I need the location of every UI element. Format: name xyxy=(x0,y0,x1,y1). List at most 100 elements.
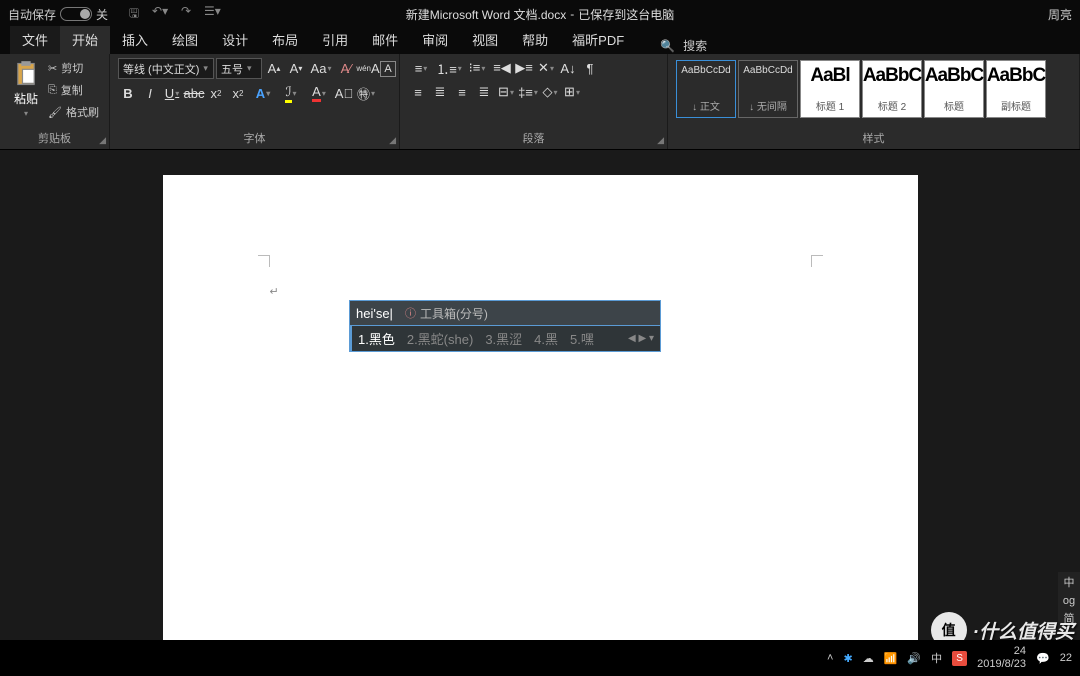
copy-button[interactable]: ⎘复制 xyxy=(48,80,99,100)
ribbon: 粘贴▾ ✂剪切 ⎘复制 🖌格式刷 剪贴板 ◢ 等线 (中文正文)▾ 五号▾ A▴… xyxy=(0,54,1080,150)
tab-review[interactable]: 审阅 xyxy=(410,26,460,54)
align-left-button[interactable]: ≡ xyxy=(408,82,428,102)
ime-toolbox-hint[interactable]: 工具箱(分号) xyxy=(405,305,488,322)
font-size-select[interactable]: 五号▾ xyxy=(216,58,262,79)
brush-icon: 🖌 xyxy=(48,106,62,119)
autosave-toggle[interactable]: 自动保存 关 xyxy=(8,6,108,23)
tab-help[interactable]: 帮助 xyxy=(510,26,560,54)
tab-home[interactable]: 开始 xyxy=(60,26,110,54)
shrink-font-button[interactable]: A▾ xyxy=(286,59,306,79)
paste-button[interactable]: 粘贴▾ xyxy=(8,58,44,120)
font-color-button[interactable]: A xyxy=(306,83,332,103)
ime-candidate[interactable]: 3.黑涩 xyxy=(485,329,522,348)
style-name: 标题 xyxy=(944,98,964,113)
align-right-button[interactable]: ≡ xyxy=(452,82,472,102)
save-icon[interactable]: 🖫 xyxy=(126,4,142,25)
clipboard-launcher-icon[interactable]: ◢ xyxy=(99,135,106,146)
ime-candidate[interactable]: 4.黑 xyxy=(534,329,558,348)
strike-button[interactable]: abc xyxy=(184,83,204,103)
tray-cloud-icon[interactable]: ☁ xyxy=(863,652,874,665)
tab-layout[interactable]: 布局 xyxy=(260,26,310,54)
text-effects-button[interactable]: A xyxy=(250,83,276,103)
style-card[interactable]: AaBbC 标题 xyxy=(924,60,984,118)
tab-draw[interactable]: 绘图 xyxy=(160,26,210,54)
justify-button[interactable]: ≣ xyxy=(474,82,494,102)
tray-lang-icon[interactable]: 中 xyxy=(931,650,942,666)
paragraph-launcher-icon[interactable]: ◢ xyxy=(657,135,664,146)
numbering-button[interactable]: ⒈≡ xyxy=(436,58,462,78)
tray-app-icon[interactable]: ✱ xyxy=(843,652,852,665)
asian-layout-button[interactable]: ✕ xyxy=(536,58,556,78)
indent-dec-button[interactable]: ≡◀ xyxy=(492,58,512,78)
line-spacing-button[interactable]: ‡≡ xyxy=(518,82,538,102)
underline-button[interactable]: U xyxy=(162,83,182,103)
clear-format-button[interactable]: A⁄ xyxy=(336,59,356,79)
phonetic-guide-button[interactable]: wénA xyxy=(358,59,378,79)
sort-button[interactable]: A↓ xyxy=(558,58,578,78)
taskbar-notif-icon[interactable]: 💬 xyxy=(1036,652,1050,665)
touch-mode-icon[interactable]: ☰▾ xyxy=(204,4,220,25)
tab-mailings[interactable]: 邮件 xyxy=(360,26,410,54)
tab-file[interactable]: 文件 xyxy=(10,26,60,54)
ime-candidate[interactable]: 2.黑蛇(she) xyxy=(407,329,473,348)
ime-input-text: hei'se| xyxy=(356,306,393,321)
tab-design[interactable]: 设计 xyxy=(210,26,260,54)
indent-inc-button[interactable]: ▶≡ xyxy=(514,58,534,78)
style-preview: AaBbC xyxy=(863,65,921,87)
tray-wifi-icon[interactable]: 📶 xyxy=(884,652,898,665)
grow-font-button[interactable]: A▴ xyxy=(264,59,284,79)
taskbar-clock[interactable]: 242019/8/23 xyxy=(977,645,1026,671)
style-card[interactable]: AaBbCcDd↓ 正文 xyxy=(676,60,736,118)
quick-access-toolbar: 🖫 ↶▾ ↷ ☰▾ xyxy=(126,4,220,25)
style-preview: AaBbCcDd xyxy=(681,65,730,76)
ime-candidate[interactable]: 1.黑色 xyxy=(358,329,395,348)
document-area[interactable]: ↵ xyxy=(0,150,1080,640)
account-name[interactable]: 周亮 xyxy=(1048,6,1072,23)
copy-icon: ⎘ xyxy=(48,84,57,97)
align-center-button[interactable]: ≣ xyxy=(430,82,450,102)
search-box[interactable]: 🔍 搜索 xyxy=(660,37,707,54)
bold-button[interactable]: B xyxy=(118,83,138,103)
taskbar-count: 22 xyxy=(1060,652,1072,664)
tray-sogou-icon[interactable]: S xyxy=(952,651,967,666)
char-border-button[interactable]: A xyxy=(380,61,396,77)
style-preview: AaBbC xyxy=(925,65,983,87)
borders-button[interactable]: ⊞ xyxy=(562,82,582,102)
show-marks-button[interactable]: ¶ xyxy=(580,58,600,78)
tray-volume-icon[interactable]: 🔊 xyxy=(907,652,921,665)
margin-corner-icon xyxy=(258,255,270,267)
highlight-button[interactable]: ℐ xyxy=(278,83,304,103)
char-shading-button[interactable]: A⃞ xyxy=(334,83,354,103)
document-page[interactable]: ↵ xyxy=(163,175,918,640)
ime-page-nav[interactable]: ◀ ▶ ▾ xyxy=(628,333,654,344)
redo-icon[interactable]: ↷ xyxy=(178,4,194,25)
distribute-button[interactable]: ⊟ xyxy=(496,82,516,102)
ime-input-row: hei'se| 工具箱(分号) xyxy=(349,300,661,326)
cut-button[interactable]: ✂剪切 xyxy=(48,58,99,78)
format-painter-button[interactable]: 🖌格式刷 xyxy=(48,102,99,122)
tray-up-icon[interactable]: ˄ xyxy=(827,652,833,664)
tab-view[interactable]: 视图 xyxy=(460,26,510,54)
style-card[interactable]: AaBl标题 1 xyxy=(800,60,860,118)
ime-panel[interactable]: hei'se| 工具箱(分号) 1.黑色2.黑蛇(she)3.黑涩4.黑5.嘿 … xyxy=(349,300,661,352)
tab-insert[interactable]: 插入 xyxy=(110,26,160,54)
italic-button[interactable]: I xyxy=(140,83,160,103)
tab-references[interactable]: 引用 xyxy=(310,26,360,54)
tab-foxit-pdf[interactable]: 福昕PDF xyxy=(560,26,636,54)
font-launcher-icon[interactable]: ◢ xyxy=(389,135,396,146)
bullets-button[interactable]: ≡ xyxy=(408,58,434,78)
undo-icon[interactable]: ↶▾ xyxy=(152,4,168,25)
shading-button[interactable]: ◇ xyxy=(540,82,560,102)
style-preview: AaBbCcDd xyxy=(743,65,792,76)
superscript-button[interactable]: x2 xyxy=(228,83,248,103)
multilevel-button[interactable]: ⁝≡ xyxy=(464,58,490,78)
enclose-char-button[interactable]: ㊕ xyxy=(356,83,376,103)
font-family-select[interactable]: 等线 (中文正文)▾ xyxy=(118,58,214,79)
style-card[interactable]: AaBbCcDd↓ 无间隔 xyxy=(738,60,798,118)
toggle-icon[interactable] xyxy=(60,7,92,21)
change-case-button[interactable]: Aa xyxy=(308,59,334,79)
style-card[interactable]: AaBbC标题 2 xyxy=(862,60,922,118)
subscript-button[interactable]: x2 xyxy=(206,83,226,103)
style-card[interactable]: AaBbC副标题 xyxy=(986,60,1046,118)
ime-candidate[interactable]: 5.嘿 xyxy=(570,329,594,348)
